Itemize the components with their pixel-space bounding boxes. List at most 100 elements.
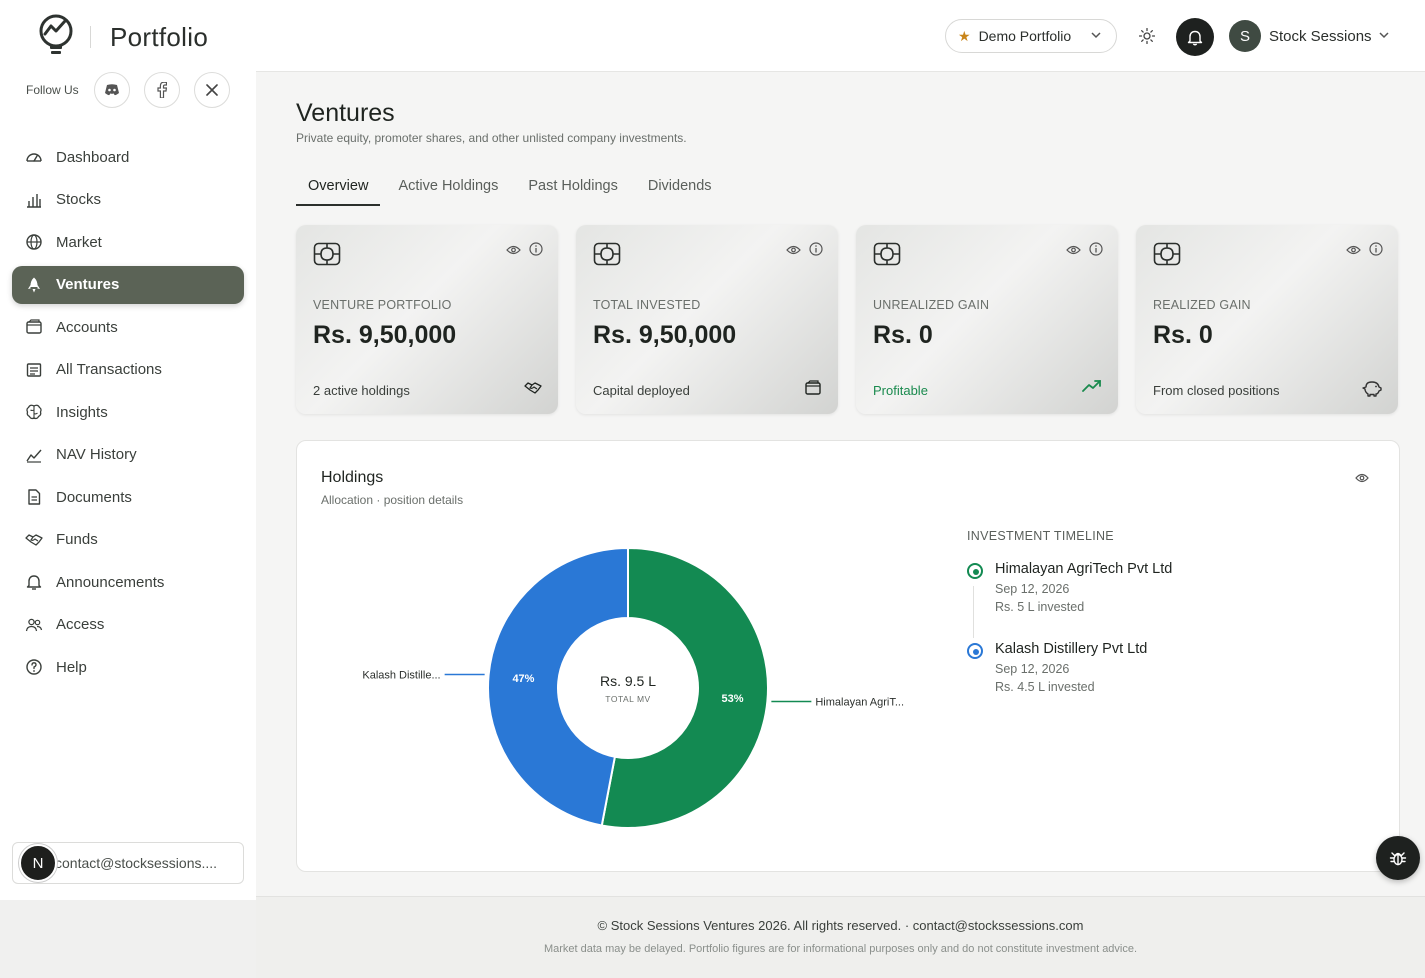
tab-dividends[interactable]: Dividends <box>636 168 724 206</box>
sidebar-item-label: Market <box>56 233 102 251</box>
sidebar-item-funds[interactable]: Funds <box>12 521 244 559</box>
stat-value: Rs. 0 <box>873 321 933 349</box>
eye-icon[interactable] <box>1355 473 1369 483</box>
timeline-invested: Rs. 5 L invested <box>995 600 1085 614</box>
holdings-panel: Holdings Allocation · position details 5… <box>296 440 1400 872</box>
venture-icon <box>873 242 901 271</box>
line-chart-icon <box>24 445 44 465</box>
eye-icon[interactable] <box>786 242 801 260</box>
footer-disclaimer: Market data may be delayed. Portfolio fi… <box>543 943 1138 955</box>
sidebar-item-insights[interactable]: Insights <box>12 393 244 431</box>
trending-up-icon <box>1082 379 1102 398</box>
timeline-company: Kalash Distillery Pvt Ltd <box>995 641 1148 657</box>
dashboard-icon <box>24 147 44 167</box>
logo-divider <box>90 26 91 48</box>
logo-icon[interactable] <box>36 12 76 58</box>
sidebar-item-access[interactable]: Access <box>12 606 244 644</box>
sun-icon <box>1139 28 1155 44</box>
timeline-invested: Rs. 4.5 L invested <box>995 680 1095 694</box>
bug-icon <box>1389 852 1407 866</box>
theme-toggle-button[interactable] <box>1135 24 1159 48</box>
sidebar-item-market[interactable]: Market <box>12 223 244 261</box>
sidebar-item-label: Help <box>56 658 87 676</box>
sidebar-item-dashboard[interactable]: Dashboard <box>12 138 244 176</box>
sidebar: Portfolio Follow Us Dashboard Stocks Marke… <box>0 0 256 900</box>
slice-percent-label: 53% <box>722 693 744 705</box>
timeline-connector <box>973 586 974 638</box>
receipt-icon <box>24 360 44 380</box>
stat-value: Rs. 9,50,000 <box>593 321 737 349</box>
user-name[interactable]: Stock Sessions <box>1269 28 1372 45</box>
x-icon[interactable] <box>194 72 230 108</box>
info-icon[interactable] <box>529 242 543 261</box>
sidebar-item-help[interactable]: Help <box>12 648 244 686</box>
tab-past-holdings[interactable]: Past Holdings <box>516 168 629 206</box>
sidebar-footer-area <box>0 900 256 978</box>
sidebar-item-label: Ventures <box>56 276 120 293</box>
sidebar-item-label: NAV History <box>56 446 137 463</box>
donut-center-value: Rs. 9.5 L <box>600 673 656 689</box>
stat-label: REALIZED GAIN <box>1153 298 1251 312</box>
sidebar-item-nav-history[interactable]: NAV History <box>12 436 244 474</box>
eye-icon[interactable] <box>1346 242 1361 260</box>
help-icon <box>24 657 44 677</box>
venture-icon <box>1153 242 1181 271</box>
sidebar-item-all-transactions[interactable]: All Transactions <box>12 351 244 389</box>
portfolio-select-value: Demo Portfolio <box>978 28 1072 44</box>
tab-active-holdings[interactable]: Active Holdings <box>386 168 510 206</box>
sidebar-item-label: Documents <box>56 488 132 506</box>
bell-icon <box>24 572 44 592</box>
document-icon <box>24 487 44 507</box>
page-subtitle: Private equity, promoter shares, and oth… <box>296 131 687 145</box>
stat-footnote: From closed positions <box>1153 383 1280 398</box>
bar-chart-icon <box>24 190 44 210</box>
brain-icon <box>24 402 44 422</box>
timeline-dot <box>967 643 983 659</box>
sidebar-item-announcements[interactable]: Announcements <box>12 563 244 601</box>
info-icon[interactable] <box>1369 242 1383 261</box>
sidebar-item-accounts[interactable]: Accounts <box>12 308 244 346</box>
sidebar-item-documents[interactable]: Documents <box>12 478 244 516</box>
venture-icon <box>313 242 341 271</box>
sidebar-item-label: Dashboard <box>56 148 130 166</box>
timeline-company: Himalayan AgriTech Pvt Ltd <box>995 561 1173 577</box>
stat-value: Rs. 0 <box>1153 321 1213 349</box>
notifications-button[interactable] <box>1176 18 1214 56</box>
stat-footnote: Capital deployed <box>593 383 690 398</box>
sidebar-item-label: Funds <box>56 531 98 548</box>
sidebar-item-label: Announcements <box>56 573 165 591</box>
timeline-date: Sep 12, 2026 <box>995 582 1070 596</box>
bug-report-button[interactable] <box>1376 836 1420 880</box>
account-badge[interactable]: N <box>19 844 57 882</box>
tab-overview[interactable]: Overview <box>296 168 381 206</box>
slice-name-label: Himalayan AgriT... <box>815 697 904 709</box>
globe-icon <box>24 232 44 252</box>
wallet-icon <box>804 379 822 402</box>
footer: © Stock Sessions Ventures 2026. All righ… <box>256 896 1425 978</box>
donut-center-label: TOTAL MV <box>605 694 650 704</box>
follow-us-label: Follow Us <box>26 83 79 97</box>
avatar[interactable]: S <box>1229 20 1261 52</box>
chevron-down-icon[interactable] <box>1378 29 1390 41</box>
piggy-bank-icon <box>1362 379 1382 402</box>
eye-icon[interactable] <box>506 242 521 260</box>
stat-footnote: Profitable <box>873 383 928 398</box>
bell-icon <box>1187 30 1203 45</box>
stat-card-realized-gain: REALIZED GAIN Rs. 0 From closed positions <box>1136 225 1398 414</box>
stat-card-unrealized-gain: UNREALIZED GAIN Rs. 0 Profitable <box>856 225 1118 414</box>
discord-icon[interactable] <box>94 72 130 108</box>
star-icon: ★ <box>958 27 971 44</box>
info-icon[interactable] <box>809 242 823 261</box>
sidebar-item-stocks[interactable]: Stocks <box>12 181 244 219</box>
facebook-icon[interactable] <box>144 72 180 108</box>
handshake-icon <box>24 530 44 550</box>
stat-label: UNREALIZED GAIN <box>873 298 990 312</box>
info-icon[interactable] <box>1089 242 1103 261</box>
users-icon <box>24 615 44 635</box>
stat-value: Rs. 9,50,000 <box>313 321 457 349</box>
footer-copyright: © Stock Sessions Ventures 2026. All righ… <box>597 918 1084 933</box>
eye-icon[interactable] <box>1066 242 1081 260</box>
portfolio-select[interactable]: ★ Demo Portfolio <box>945 19 1117 53</box>
sidebar-item-ventures[interactable]: Ventures <box>12 265 244 304</box>
tab-bar: Overview Active Holdings Past Holdings D… <box>296 168 730 206</box>
